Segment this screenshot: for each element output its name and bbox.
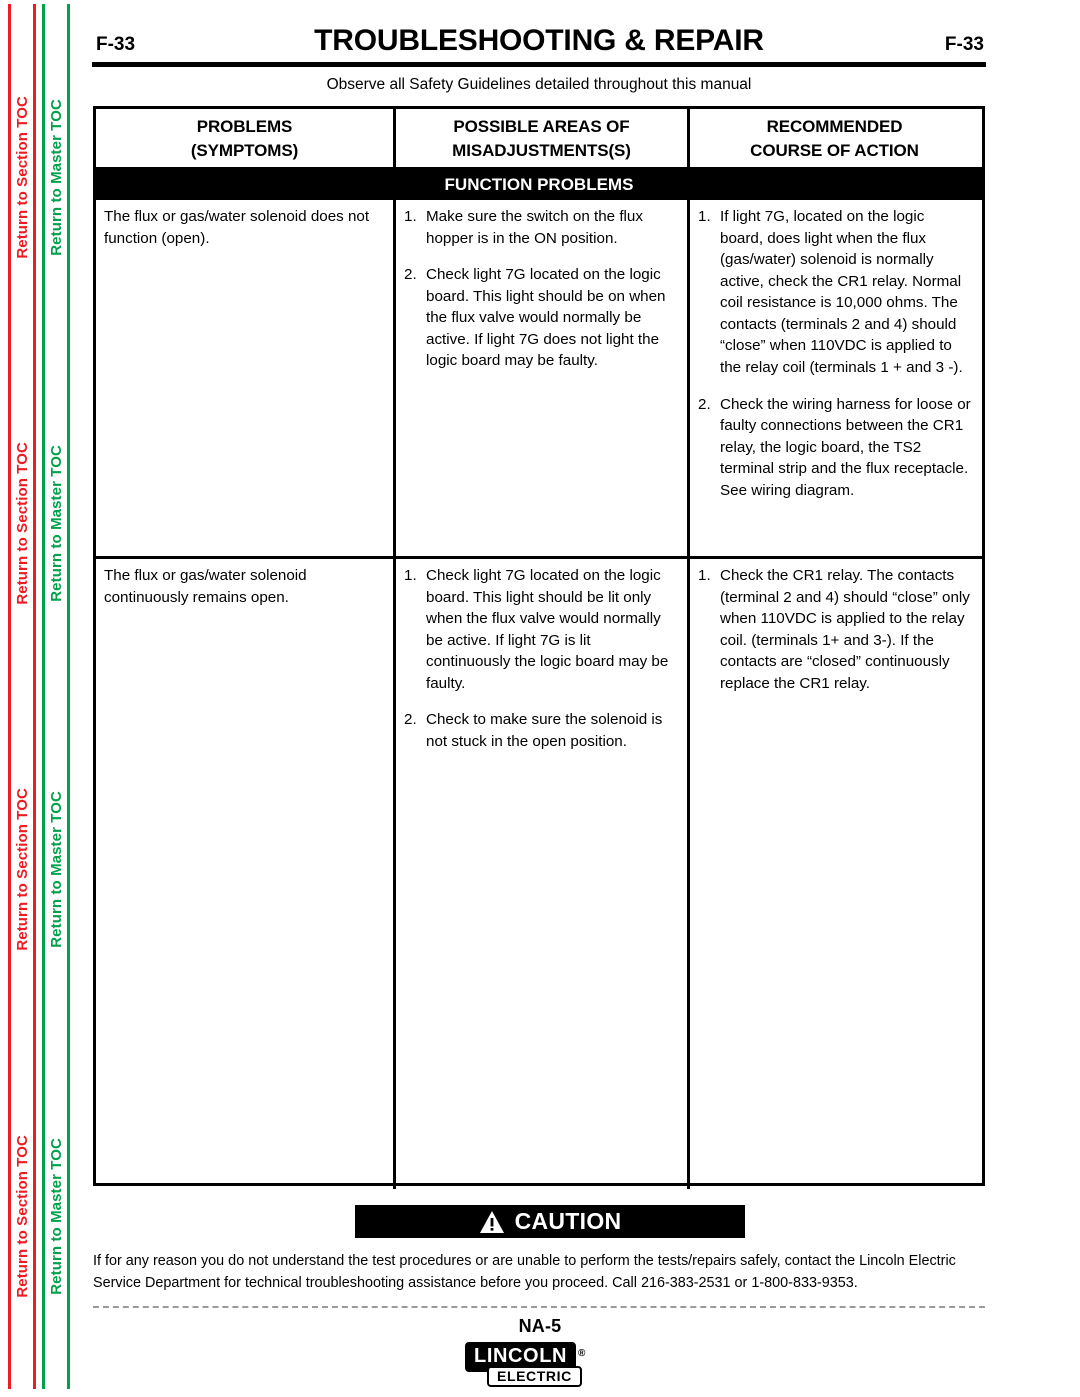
step-text: Check light 7G located on the logic boar… — [426, 266, 666, 370]
numbered-step: 1. If light 7G, located on the logic boar… — [698, 206, 971, 379]
cell-course-of-action: 1. Check the CR1 relay. The contacts (ter… — [690, 559, 979, 1189]
action-step-list: 1. Check the CR1 relay. The contacts (ter… — [698, 565, 971, 694]
caution-body-text: If for any reason you do not understand … — [93, 1253, 956, 1292]
column-header-line: MISADJUSTMENTS(S) — [452, 141, 631, 161]
sidebar-link-label[interactable]: Return to Section TOC — [14, 442, 31, 605]
table-header-row: PROBLEMS (SYMPTOMS) POSSIBLE AREAS OF MI… — [96, 109, 982, 170]
lincoln-electric-logo: LINCOLN ® ELECTRIC — [465, 1342, 615, 1387]
problem-text: The flux or gas/water solenoid continuou… — [104, 567, 307, 606]
column-header-problems: PROBLEMS (SYMPTOMS) — [96, 109, 393, 167]
problem-text: The flux or gas/water solenoid does not … — [104, 208, 370, 247]
model-identifier: NA-5 — [518, 1316, 562, 1336]
column-header-line: PROBLEMS — [196, 117, 293, 136]
column-header-misadjustments: POSSIBLE AREAS OF MISADJUSTMENTS(S) — [393, 109, 690, 167]
sidebar-link-label[interactable]: Return to Master TOC — [48, 1138, 65, 1295]
numbered-step: 1. Make sure the switch on the flux hoppe… — [404, 206, 679, 249]
cell-misadjustments: 1. Check light 7G located on the logic bo… — [393, 559, 690, 1189]
column-header-line: COURSE OF ACTION — [750, 141, 919, 161]
cell-misadjustments: 1. Make sure the switch on the flux hoppe… — [393, 200, 690, 556]
step-number: 1. — [698, 208, 711, 225]
step-text: Check light 7G located on the logic boar… — [426, 567, 669, 692]
safety-guidelines-note: Observe all Safety Guidelines detailed t… — [326, 76, 752, 93]
header-divider — [92, 62, 986, 67]
footer-divider — [93, 1306, 985, 1308]
sidebar-navigation: Return to Section TOC Return to Section T… — [0, 0, 86, 1397]
sidebar-link-label[interactable]: Return to Master TOC — [48, 99, 65, 256]
numbered-step: 2. Check light 7G located on the logic bo… — [404, 264, 679, 372]
column-header-line: (SYMPTOMS) — [190, 141, 299, 161]
step-number: 2. — [404, 266, 417, 284]
numbered-step: 1. Check light 7G located on the logic bo… — [404, 565, 679, 694]
step-number: 1. — [698, 567, 711, 584]
warning-triangle-icon — [479, 1210, 504, 1233]
troubleshooting-table: PROBLEMS (SYMPTOMS) POSSIBLE AREAS OF MI… — [93, 106, 985, 1189]
sidebar-item-section-toc[interactable]: Return to Section TOC Return to Section T… — [8, 4, 36, 1389]
sidebar-link-label[interactable]: Return to Master TOC — [48, 791, 65, 948]
sidebar-link-label[interactable]: Return to Section TOC — [14, 96, 31, 259]
numbered-step: 2. Check to make sure the solenoid is not… — [404, 709, 679, 752]
section-band-function-problems: FUNCTION PROBLEMS — [96, 170, 982, 200]
cell-problem: The flux or gas/water solenoid continuou… — [96, 559, 393, 1189]
column-header-line: POSSIBLE AREAS OF — [453, 117, 630, 136]
misadjustment-step-list: 1. Make sure the switch on the flux hoppe… — [404, 206, 679, 372]
action-step-list: 1. If light 7G, located on the logic boar… — [698, 206, 971, 502]
step-text: Check to make sure the solenoid is not s… — [426, 711, 663, 751]
numbered-step: 1. Check the CR1 relay. The contacts (ter… — [698, 565, 971, 694]
step-text: Check the wiring harness for loose or fa… — [720, 395, 971, 499]
page-footer: NA-5 LINCOLN ® ELECTRIC — [0, 1316, 1080, 1391]
cell-problem: The flux or gas/water solenoid does not … — [96, 200, 393, 556]
sidebar-item-master-toc[interactable]: Return to Master TOC Return to Master TOC… — [42, 4, 70, 1389]
caution-banner: CAUTION — [355, 1205, 745, 1238]
logo-wordmark-electric: ELECTRIC — [487, 1366, 582, 1387]
sidebar-link-label[interactable]: Return to Master TOC — [48, 445, 65, 602]
numbered-step: 2. Check the wiring harness for loose or … — [698, 394, 971, 502]
step-number: 2. — [698, 395, 711, 413]
column-header-course-of-action: RECOMMENDED COURSE OF ACTION — [690, 109, 979, 167]
step-number: 1. — [404, 567, 417, 584]
table-row: The flux or gas/water solenoid continuou… — [96, 559, 982, 1189]
step-text: Check the CR1 relay. The contacts (termi… — [720, 567, 970, 692]
sidebar-link-label[interactable]: Return to Section TOC — [14, 788, 31, 951]
cell-course-of-action: 1. If light 7G, located on the logic boar… — [690, 200, 979, 556]
step-number: 2. — [404, 711, 417, 729]
misadjustment-step-list: 1. Check light 7G located on the logic bo… — [404, 565, 679, 753]
table-row: The flux or gas/water solenoid does not … — [96, 200, 982, 559]
step-number: 1. — [404, 208, 417, 225]
column-header-line: RECOMMENDED — [766, 117, 903, 136]
page-number-right: F-33 — [944, 34, 984, 55]
page-title: TROUBLESHOOTING & REPAIR — [314, 24, 764, 57]
caution-label: CAUTION — [514, 1208, 622, 1234]
registered-trademark-icon: ® — [578, 1348, 586, 1359]
step-text: Make sure the switch on the flux hopper … — [426, 208, 643, 247]
step-text: If light 7G, located on the logic board,… — [720, 208, 963, 377]
sidebar-link-label[interactable]: Return to Section TOC — [14, 1135, 31, 1298]
